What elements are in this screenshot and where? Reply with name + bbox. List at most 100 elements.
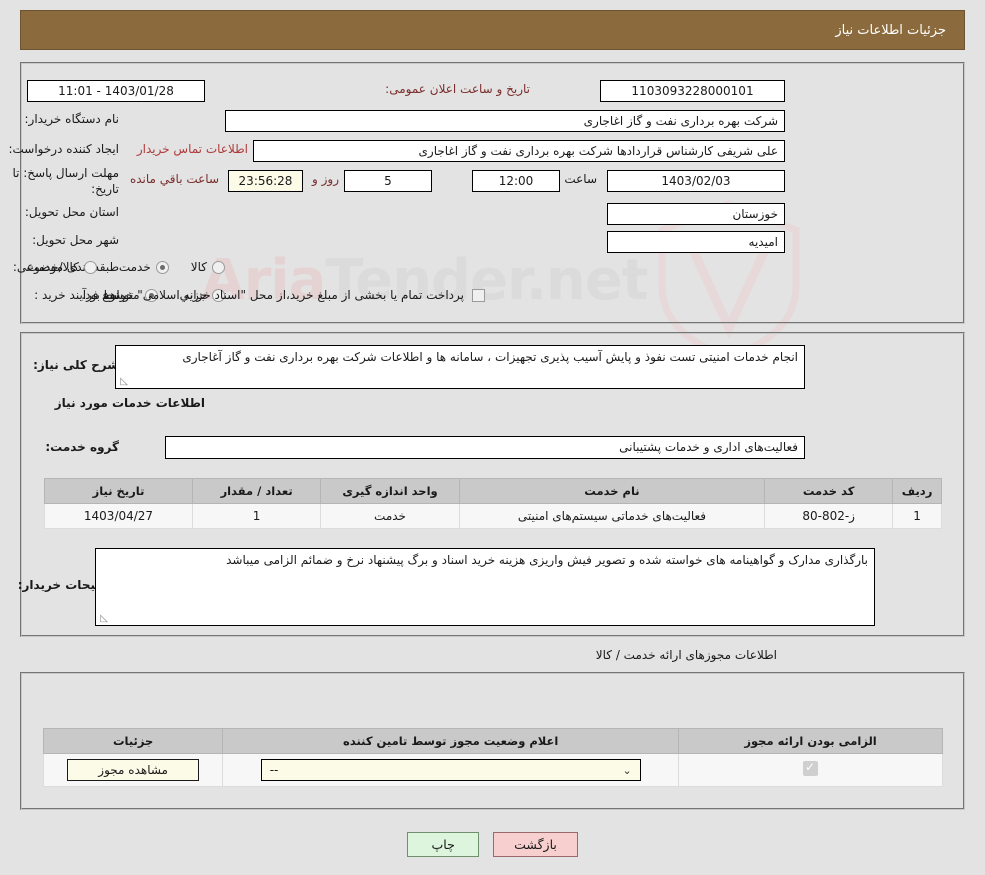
licenses-column-header: جزئیات (42, 728, 224, 754)
deadline-hour-wrap: 12:00 (472, 170, 560, 192)
category-option-1[interactable]: خدمت (119, 260, 169, 274)
city-label-wrap: شهر محل تحویل: (32, 233, 119, 247)
footer-button-bar: بازگشت چاپ (0, 832, 985, 857)
category-radio-group: کالا خدمت کالا/خدمت (27, 260, 225, 274)
services-table: ردیف کد خدمت نام خدمت واحد اندازه گیری تعداد… (44, 478, 942, 529)
licenses-column-header: الزامی بودن ارائه مجوز (678, 728, 943, 754)
countdown-timer: 23:56:28 (228, 170, 303, 192)
license-details-cell: مشاهده مجوز (42, 753, 224, 787)
days-label-wrap: روز و (312, 172, 339, 186)
services-cell-unit: خدمت (320, 503, 460, 529)
description-label: شرح کلی نیاز: (33, 358, 119, 372)
licenses-table-header-row: الزامی بودن ارائه مجوز اعلام وضعیت مجوز ت… (42, 728, 943, 754)
services-cell-service-name: فعالیت‌های خدماتی سیستم‌های امنیتی (458, 503, 766, 529)
licenses-table: الزامی بودن ارائه مجوز اعلام وضعیت مجوز ت… (42, 728, 943, 787)
buyer-contact-link[interactable]: اطلاعات تماس خریدار (137, 142, 248, 156)
days-label: روز و (312, 172, 339, 186)
days-left-wrap: 5 (344, 170, 432, 192)
services-column-header: واحد اندازه گیری (320, 478, 460, 504)
deadline-hour-label-wrap: ساعت (564, 172, 597, 186)
deadline-date-value[interactable]: 1403/02/03 (607, 170, 785, 192)
radio-button-icon[interactable] (155, 260, 169, 274)
licenses-table-body: ✓ ⌄ -- مشاهده مجوز (42, 753, 943, 787)
resize-grip-icon[interactable]: ◺ (118, 377, 128, 387)
treasury-checkbox-wrap[interactable]: پرداخت تمام یا بخشی از مبلغ خرید،از محل … (81, 288, 485, 302)
license-required-checkbox: ✓ (803, 760, 819, 776)
chevron-down-icon[interactable]: ⌄ (622, 764, 631, 777)
category-option-2[interactable]: کالا/خدمت (27, 260, 97, 274)
description-textarea[interactable]: انجام خدمات امنیتی تست نفوذ و پایش آسیب … (115, 345, 805, 389)
services-cell-service-code: ز-802-80 (764, 503, 894, 529)
category-option-0[interactable]: کالا (191, 260, 225, 274)
services-column-header: تعداد / مقدار (191, 478, 322, 504)
page-header-bar: جزئیات اطلاعات نیاز (20, 10, 965, 50)
requester-field-wrap: علی شریفی کارشناس قراردادها شرکت بهره بر… (253, 140, 785, 162)
print-button[interactable]: چاپ (407, 832, 480, 857)
buyer-notes-value: بارگذاری مدارک و گواهینامه های خواسته شد… (226, 553, 868, 567)
category-option-label: کالا (190, 260, 207, 274)
buyer-notes-textarea[interactable]: بارگذاری مدارک و گواهینامه های خواسته شد… (95, 548, 875, 626)
announce-datetime-label-wrap: تاریخ و ساعت اعلان عمومی: (385, 82, 530, 96)
page-title: جزئیات اطلاعات نیاز (835, 22, 946, 38)
announce-datetime-field-wrap: 1403/01/28 - 11:01 (27, 80, 205, 102)
services-column-header: ردیف (892, 478, 942, 504)
service-group-label-wrap: گروه خدمت: (45, 440, 119, 454)
deadline-label-wrap: مهلت ارسال پاسخ: تا تاریخ: (9, 165, 119, 197)
province-value[interactable]: خوزستان (607, 203, 785, 225)
services-cell-quantity: 1 (191, 503, 322, 529)
days-left-value: 5 (344, 170, 432, 192)
requester-value[interactable]: علی شریفی کارشناس قراردادها شرکت بهره بر… (253, 140, 785, 162)
buyer-org-value[interactable]: شرکت بهره برداری نفت و گاز اغاجاری (225, 110, 785, 132)
table-row: 1 ز-802-80 فعالیت‌های خدماتی سیستم‌های امن… (44, 503, 942, 529)
announce-datetime-value[interactable]: 1403/01/28 - 11:01 (27, 80, 205, 102)
resize-grip-icon[interactable]: ◺ (98, 614, 108, 624)
description-textarea-wrap: انجام خدمات امنیتی تست نفوذ و پایش آسیب … (115, 345, 805, 389)
services-cell-row-no: 1 (892, 503, 942, 529)
back-button[interactable]: بازگشت (493, 832, 578, 857)
license-status-select[interactable]: ⌄ -- (260, 759, 641, 781)
need-number-value[interactable]: 1103093228000101 (600, 80, 785, 102)
requester-label: ایجاد کننده درخواست: (8, 142, 119, 156)
city-value[interactable]: امیدیه (607, 231, 785, 253)
services-table-body: 1 ز-802-80 فعالیت‌های خدماتی سیستم‌های امن… (44, 503, 942, 529)
buyer-notes-textarea-wrap: بارگذاری مدارک و گواهینامه های خواسته شد… (95, 548, 875, 626)
services-section-caption: اطلاعات خدمات مورد نیاز (54, 396, 205, 410)
services-column-header: نام خدمت (458, 478, 766, 504)
hours-left-label: ساعت باقي مانده (129, 172, 219, 186)
tender-details-page: AriaTender.net جزئیات اطلاعات نیاز شماره… (0, 0, 985, 875)
description-label-wrap: شرح کلی نیاز: (33, 358, 119, 372)
radio-button-icon[interactable] (83, 260, 97, 274)
deadline-label: مهلت ارسال پاسخ: تا تاریخ: (12, 166, 119, 196)
requester-label-wrap: ایجاد کننده درخواست: (8, 142, 119, 156)
countdown-wrap: 23:56:28 (228, 170, 303, 192)
licenses-section-caption: اطلاعات مجوزهای ارائه خدمت / کالا (595, 648, 777, 662)
description-value: انجام خدمات امنیتی تست نفوذ و پایش آسیب … (182, 350, 798, 364)
buyer-org-field-wrap: شرکت بهره برداری نفت و گاز اغاجاری (225, 110, 785, 132)
service-group-label: گروه خدمت: (45, 440, 119, 454)
city-field-wrap: امیدیه (607, 231, 785, 253)
treasury-checkbox-label: پرداخت تمام یا بخشی از مبلغ خرید،از محل … (81, 288, 464, 302)
view-license-button[interactable]: مشاهده مجوز (67, 759, 200, 781)
deadline-date-wrap: 1403/02/03 (607, 170, 785, 192)
announce-datetime-label: تاریخ و ساعت اعلان عمومی: (385, 82, 530, 96)
province-label: استان محل تحویل: (24, 205, 119, 219)
license-status-value: -- (269, 763, 279, 777)
services-cell-need-date: 1403/04/27 (44, 503, 193, 529)
license-status-cell: ⌄ -- (222, 753, 680, 787)
buyer-org-label: نام دستگاه خریدار: (24, 112, 120, 126)
service-group-value[interactable]: فعالیت‌های اداری و خدمات پشتیبانی (165, 436, 805, 459)
category-option-label: خدمت (118, 260, 151, 274)
hours-left-label-wrap: ساعت باقي مانده (130, 172, 219, 186)
services-column-header: کد خدمت (764, 478, 894, 504)
treasury-checkbox[interactable] (472, 288, 485, 302)
deadline-hour-label: ساعت (564, 172, 597, 186)
radio-button-icon[interactable] (212, 260, 225, 274)
license-required-cell: ✓ (678, 753, 943, 787)
services-table-header-row: ردیف کد خدمت نام خدمت واحد اندازه گیری تعداد… (44, 478, 942, 504)
checkmark-icon: ✓ (805, 760, 816, 774)
category-option-label: کالا/خدمت (26, 260, 79, 274)
deadline-hour-value[interactable]: 12:00 (472, 170, 560, 192)
city-label: شهر محل تحویل: (32, 233, 119, 247)
table-row: ✓ ⌄ -- مشاهده مجوز (42, 753, 943, 787)
licenses-column-header: اعلام وضعیت مجوز توسط تامین کننده (222, 728, 680, 754)
